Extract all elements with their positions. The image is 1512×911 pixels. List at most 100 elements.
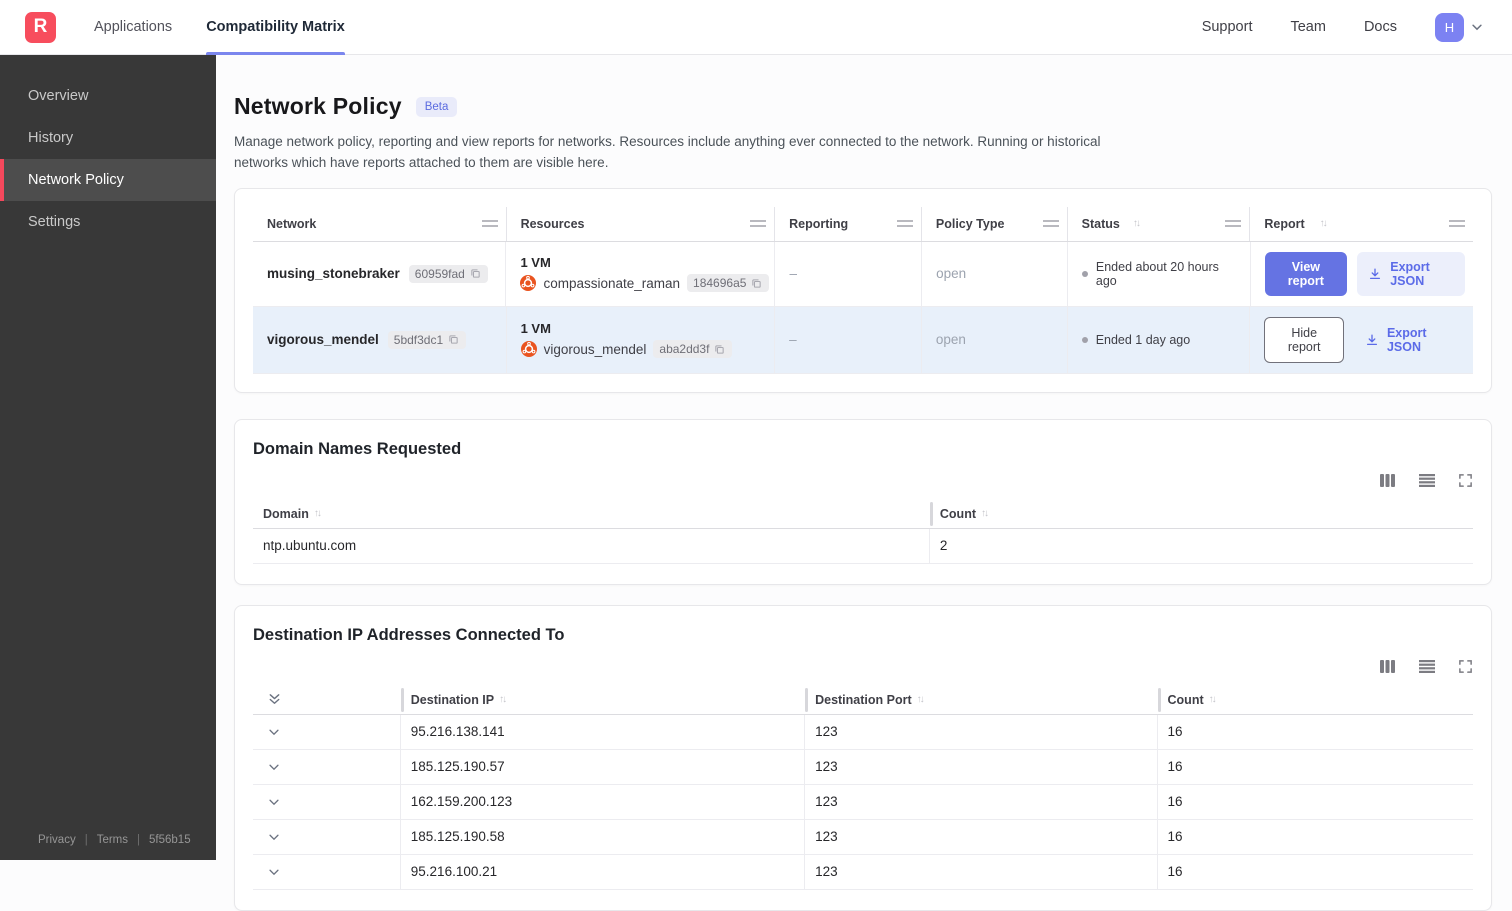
chevron-down-icon[interactable] [263, 795, 281, 809]
privacy-link[interactable]: Privacy [38, 834, 76, 846]
count-value: 16 [1158, 820, 1473, 854]
destination-port: 123 [805, 715, 1157, 749]
col-header-count[interactable]: Count ↑↓ [1158, 686, 1473, 714]
destinations-table: Destination IP ↑↓ Destination Port ↑↓ Co… [253, 686, 1473, 890]
sidebar-item-network-policy[interactable]: Network Policy [0, 159, 216, 201]
top-nav: R Applications Compatibility Matrix Supp… [0, 0, 1512, 55]
column-resize-handle[interactable] [897, 220, 913, 227]
destination-row: 95.216.100.21 123 16 [253, 855, 1473, 890]
sort-icon[interactable]: ↑↓ [499, 694, 508, 705]
vm-count: 1 VM [521, 321, 551, 336]
sidebar-item-settings[interactable]: Settings [0, 201, 216, 243]
reporting-value: – [775, 242, 922, 306]
table-toolbar [253, 473, 1473, 488]
chevron-down-icon[interactable] [263, 725, 281, 739]
sidebar: Overview History Network Policy Settings… [0, 55, 216, 860]
tab-applications[interactable]: Applications [94, 0, 172, 55]
destination-row: 95.216.138.141 123 16 [253, 715, 1473, 750]
domains-table-header: Domain ↑↓ Count ↑↓ [253, 500, 1473, 529]
expand-all-icon[interactable] [263, 692, 282, 707]
user-menu[interactable]: H [1435, 13, 1484, 42]
column-resize-handle[interactable] [1225, 220, 1241, 227]
sort-icon[interactable]: ↑↓ [1133, 218, 1142, 229]
chevron-down-icon[interactable] [263, 830, 281, 844]
rows-icon[interactable] [1418, 659, 1436, 674]
resource-id-badge: aba2dd3f [653, 340, 732, 358]
destination-ip: 162.159.200.123 [401, 785, 805, 819]
hide-report-button[interactable]: Hide report [1264, 317, 1344, 363]
export-json-button[interactable]: Export JSON [1354, 318, 1465, 362]
network-name: vigorous_mendel [267, 332, 379, 347]
sidebar-item-label: History [28, 130, 73, 146]
column-resize-handle[interactable] [750, 220, 766, 227]
destination-ip: 95.216.138.141 [401, 715, 805, 749]
status-text: Ended about 20 hours ago [1096, 260, 1236, 288]
sidebar-item-label: Overview [28, 88, 88, 104]
sidebar-item-overview[interactable]: Overview [0, 75, 216, 117]
nav-right: Support Team Docs H [1202, 13, 1512, 42]
rows-icon[interactable] [1418, 473, 1436, 488]
networks-table-header: Network Resources Reporting Policy Type … [253, 207, 1473, 242]
chevron-down-icon[interactable] [263, 865, 281, 879]
tab-compatibility-matrix[interactable]: Compatibility Matrix [206, 0, 345, 55]
terms-link[interactable]: Terms [97, 834, 128, 846]
download-icon [1365, 333, 1379, 347]
sort-icon[interactable]: ↑↓ [917, 694, 926, 705]
copy-icon[interactable] [447, 333, 460, 346]
app-logo[interactable]: R [25, 12, 56, 43]
fullscreen-icon[interactable] [1458, 473, 1473, 488]
column-resize-handle[interactable] [482, 220, 498, 227]
count-value: 2 [930, 529, 1473, 563]
card-title: Domain Names Requested [253, 440, 1473, 459]
sort-icon[interactable]: ↑↓ [1209, 694, 1218, 705]
chevron-down-icon[interactable] [263, 760, 281, 774]
column-resize-handle[interactable] [1043, 220, 1059, 227]
col-header-destination-ip[interactable]: Destination IP ↑↓ [401, 686, 805, 714]
nav-link-docs[interactable]: Docs [1364, 19, 1397, 35]
col-header-count[interactable]: Count ↑↓ [930, 500, 1473, 528]
avatar[interactable]: H [1435, 13, 1464, 42]
download-icon [1368, 267, 1382, 281]
beta-badge: Beta [416, 97, 458, 117]
status-dot [1082, 271, 1088, 277]
view-report-button[interactable]: View report [1265, 252, 1348, 296]
network-name: musing_stonebraker [267, 266, 400, 281]
network-row: vigorous_mendel 5bdf3dc1 1 VM vig [253, 307, 1473, 374]
column-resize-handle[interactable] [1449, 220, 1465, 227]
network-id-badge: 60959fad [409, 265, 488, 283]
destination-ip: 185.125.190.57 [401, 750, 805, 784]
col-header-reporting[interactable]: Reporting [775, 207, 922, 241]
destination-row: 185.125.190.58 123 16 [253, 820, 1473, 855]
copy-icon[interactable] [469, 267, 482, 280]
nav-link-team[interactable]: Team [1290, 19, 1325, 35]
col-header-network[interactable]: Network [253, 207, 507, 241]
ubuntu-icon [521, 341, 537, 357]
export-json-button[interactable]: Export JSON [1357, 252, 1465, 296]
tab-label: Compatibility Matrix [206, 19, 345, 35]
main-content: Network Policy Beta Manage network polic… [216, 55, 1512, 911]
columns-icon[interactable] [1379, 659, 1396, 674]
fullscreen-icon[interactable] [1458, 659, 1473, 674]
copy-icon[interactable] [713, 343, 726, 356]
nav-link-support[interactable]: Support [1202, 19, 1253, 35]
copy-icon[interactable] [750, 277, 763, 290]
tab-label: Applications [94, 19, 172, 35]
primary-tabs: Applications Compatibility Matrix [94, 0, 379, 55]
sidebar-item-history[interactable]: History [0, 117, 216, 159]
policy-type-value: open [922, 242, 1068, 306]
col-header-policy-type[interactable]: Policy Type [922, 207, 1068, 241]
col-header-resources[interactable]: Resources [507, 207, 776, 241]
destination-port: 123 [805, 750, 1157, 784]
domains-table: Domain ↑↓ Count ↑↓ ntp.ubuntu.com 2 [253, 500, 1473, 564]
columns-icon[interactable] [1379, 473, 1396, 488]
sort-icon[interactable]: ↑↓ [981, 508, 990, 519]
sort-icon[interactable]: ↑↓ [314, 508, 323, 519]
col-header-domain[interactable]: Domain ↑↓ [253, 500, 930, 528]
col-header-status[interactable]: Status ↑↓ [1068, 207, 1251, 241]
sort-icon[interactable]: ↑↓ [1320, 218, 1329, 229]
count-value: 16 [1158, 715, 1473, 749]
card-title: Destination IP Addresses Connected To [253, 626, 1473, 645]
col-header-destination-port[interactable]: Destination Port ↑↓ [805, 686, 1157, 714]
divider: | [85, 834, 88, 846]
col-header-report[interactable]: Report ↑↓ [1250, 207, 1473, 241]
